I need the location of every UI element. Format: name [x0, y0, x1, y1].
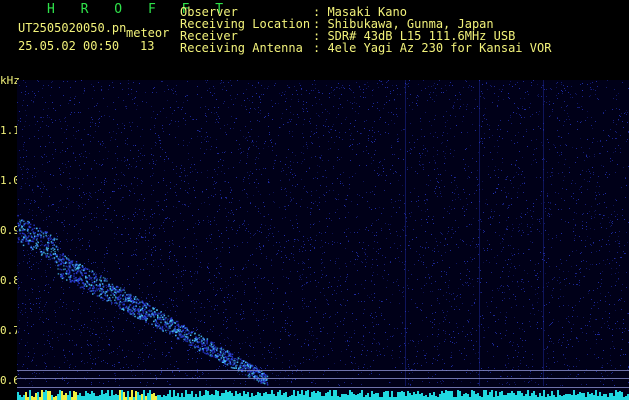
datetime: 25.05.02 00:50	[18, 39, 120, 53]
y-tick-label: 1.0	[0, 174, 20, 187]
antenna-label: Receiving Antenna	[180, 41, 303, 55]
spectrogram-panel	[17, 80, 629, 400]
y-tick-label: 0.9	[0, 224, 20, 237]
mode-label: meteor	[126, 26, 170, 40]
header-panel: H R O F F T UT2505020050.pn meteor 25.05…	[0, 0, 629, 72]
y-tick-label: 0.8	[0, 274, 20, 287]
file-name: UT2505020050.pn	[18, 21, 127, 35]
y-tick-label: 0.7	[0, 324, 20, 337]
y-tick-label: 0.6	[0, 374, 20, 387]
y-tick-label: 1.1	[0, 124, 20, 137]
spectrogram-canvas	[17, 80, 629, 400]
antenna-value: : 4ele Yagi Az 230 for Kansai VOR	[313, 41, 552, 55]
count: 13	[140, 39, 155, 53]
